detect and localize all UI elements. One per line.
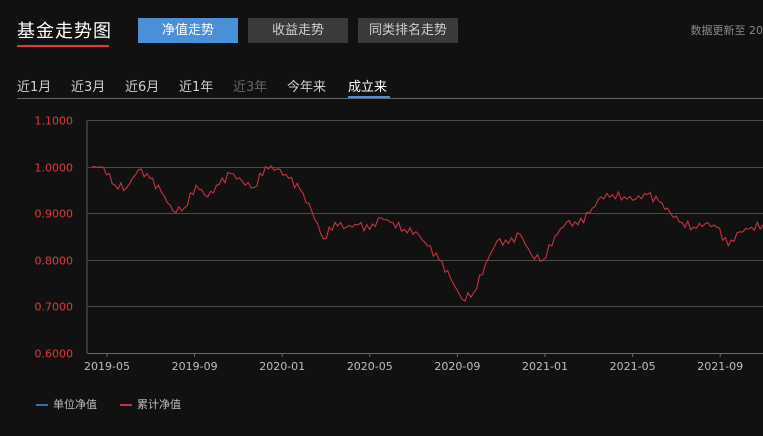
chart-header: 基金走势图 净值走势 收益走势 同类排名走势 数据更新至 20 — [0, 0, 763, 60]
x-tick-label: 2021-09 — [697, 360, 743, 373]
range-3m[interactable]: 近3月 — [71, 76, 105, 95]
y-tick-label: 0.7000 — [35, 301, 74, 314]
x-tick-label: 2021-01 — [522, 360, 568, 373]
legend-item-unit-nav[interactable]: 单位净值 — [36, 396, 97, 412]
range-3y: 近3年 — [233, 80, 268, 95]
nav-line-chart: 1.1000 1.0000 0.9000 0.8000 0.7000 0.6000 2019… — [35, 115, 763, 373]
y-tick-label: 0.9000 — [35, 208, 74, 221]
page-title: 基金走势图 — [17, 21, 112, 42]
tab-return-trend[interactable]: 收益走势 — [248, 18, 348, 43]
legend-label-unit: 单位净值 — [53, 398, 97, 411]
update-info: 数据更新至 20 — [690, 24, 763, 37]
x-tick-label: 2019-05 — [84, 360, 130, 373]
x-tick-label: 2020-09 — [434, 360, 480, 373]
range-1m[interactable]: 近1月 — [17, 76, 51, 95]
legend-swatch-cumulative — [120, 404, 132, 406]
x-tick-label: 2021-05 — [610, 360, 656, 373]
legend-label-cumulative: 累计净值 — [137, 398, 181, 411]
tab-peer-rank-trend[interactable]: 同类排名走势 — [358, 18, 458, 43]
legend-swatch-unit — [36, 404, 48, 406]
y-tick-label: 0.8000 — [35, 255, 74, 268]
range-divider — [17, 98, 763, 99]
tab-nav-trend[interactable]: 净值走势 — [138, 18, 238, 43]
range-since-inception[interactable]: 成立来 — [348, 76, 387, 95]
series-line-0 — [91, 165, 763, 302]
time-range-selector: 近1月 近3月 近6月 近1年 近3年 今年来 成立来 — [0, 72, 763, 100]
y-tick-label: 0.6000 — [35, 348, 74, 361]
x-tick-label: 2020-05 — [347, 360, 393, 373]
y-tick-label: 1.0000 — [35, 162, 74, 175]
legend-item-cumulative-nav[interactable]: 累计净值 — [120, 396, 181, 412]
range-1y[interactable]: 近1年 — [179, 76, 213, 95]
title-underline — [17, 45, 109, 47]
x-tick-label: 2019-09 — [172, 360, 218, 373]
x-tick-label: 2020-01 — [259, 360, 305, 373]
range-ytd[interactable]: 今年来 — [287, 76, 326, 95]
y-tick-label: 1.1000 — [35, 115, 74, 128]
range-6m[interactable]: 近6月 — [125, 76, 159, 95]
